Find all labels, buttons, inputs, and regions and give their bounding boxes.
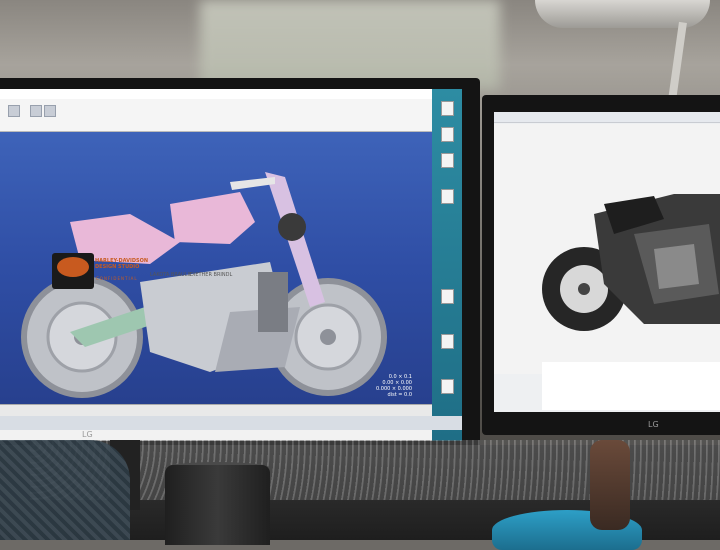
desktop-file-icon[interactable] [441,289,454,304]
motorcycle-sketch [494,124,720,374]
monitor-brand-logo: LG [648,420,659,429]
person-sleeve [0,440,130,540]
motorcycle-sketch-image [542,194,720,331]
brand-text: HARLEY-DAVIDSON DESIGN STUDIO [95,258,149,270]
taskbar[interactable] [0,416,462,430]
designer-name: LAKOTA BRAULIE [150,272,193,278]
desk-figurine [590,440,630,530]
desktop-file-icon[interactable] [441,101,454,116]
desktop-icon-strip [432,89,462,441]
design-studio-logo-mark [57,257,89,277]
cad-toolbar [0,99,432,132]
desktop-file-icon[interactable] [441,189,454,204]
confidential-label: CONFIDENTIAL [96,276,138,281]
app-titlebar[interactable] [494,112,720,123]
desktop-file-icon[interactable] [441,379,454,394]
brand-footer-panel [542,362,720,410]
monitor-brand-logo: LG [82,430,93,439]
coord-line: dist = 0.0 [387,392,412,398]
desktop-file-icon[interactable] [441,153,454,168]
designer-name: DIETHER BRINDL [190,272,233,278]
toolbar-button[interactable] [44,105,56,117]
cad-coordinates-readout: 0.0 × 0.1 0.00 × 0.00 0.000 × 0.000 dist… [376,374,412,398]
toolbar-button[interactable] [30,105,42,117]
right-monitor-screen [494,112,720,412]
desktop-file-icon[interactable] [441,334,454,349]
toolbar-button[interactable] [8,105,20,117]
coffee-mug [165,465,270,545]
desktop-file-icon[interactable] [441,127,454,142]
background-window [200,0,500,90]
